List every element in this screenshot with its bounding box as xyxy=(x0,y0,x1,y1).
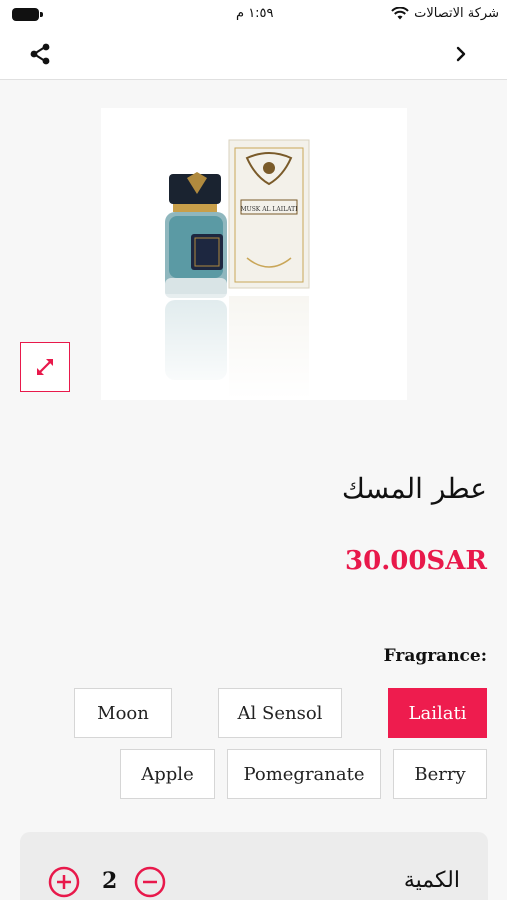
nav-bar xyxy=(0,30,507,80)
back-button[interactable] xyxy=(449,40,473,68)
quantity-panel: الكمية 2 xyxy=(20,832,488,900)
expand-image-button[interactable] xyxy=(20,342,70,392)
minus-circle-icon[interactable] xyxy=(134,866,166,898)
carrier-name: شركة الاتصالات xyxy=(414,6,499,21)
option-berry[interactable]: Berry xyxy=(393,749,487,799)
expand-icon xyxy=(37,359,53,375)
chevron-right-icon xyxy=(456,46,466,62)
battery-icon xyxy=(12,8,43,21)
plus-circle-icon[interactable] xyxy=(48,866,80,898)
box-label: MUSK AL LAILATI xyxy=(241,206,299,213)
product-title: عطر المسك xyxy=(341,472,487,505)
status-bar: ١:٥٩ م شركة الاتصالات xyxy=(0,0,507,30)
share-icon xyxy=(30,43,50,65)
option-apple[interactable]: Apple xyxy=(120,749,215,799)
fragrance-label: Fragrance: xyxy=(383,646,487,666)
status-time: ١:٥٩ م xyxy=(236,6,274,21)
product-image[interactable]: MUSK AL LAILATI xyxy=(101,108,407,400)
share-button[interactable] xyxy=(24,38,56,70)
product-price: 30.00SAR xyxy=(345,546,487,576)
quantity-value: 2 xyxy=(102,868,118,894)
option-moon[interactable]: Moon xyxy=(74,688,172,738)
option-lailati[interactable]: Lailati xyxy=(388,688,487,738)
quantity-label: الكمية xyxy=(403,868,460,893)
option-al-sensol[interactable]: Al Sensol xyxy=(218,688,342,738)
option-pomegranate[interactable]: Pomegranate xyxy=(227,749,381,799)
wifi-icon xyxy=(391,7,409,20)
status-carrier: شركة الاتصالات xyxy=(391,6,499,21)
